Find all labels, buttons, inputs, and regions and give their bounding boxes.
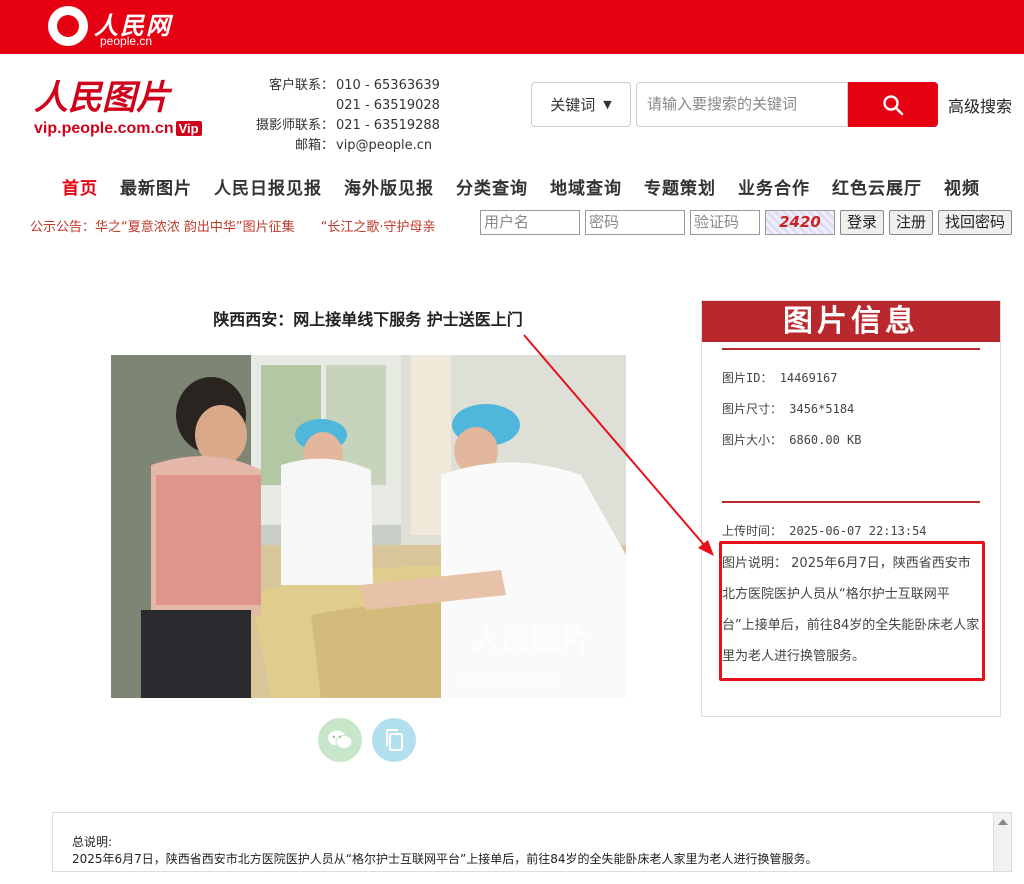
main-nav: 首页 最新图片 人民日报见报 海外版见报 分类查询 地域查询 专题策划 业务合作… [62,174,1002,199]
people-logo-icon[interactable] [48,6,88,46]
password-input[interactable]: 密码 [585,210,685,235]
brand-url: vip.people.com.cn Vip [34,120,202,138]
contact-info: 客户联系： 010 - 65363639 021 - 63519028 摄影师联系… [250,76,440,156]
nav-item-business[interactable]: 业务合作 [738,174,810,199]
username-input[interactable]: 用户名 [480,210,580,235]
contact-label: 邮箱： [294,138,334,153]
image-size: 图片尺寸： 3456*5184 [722,402,855,416]
login-button[interactable]: 登录 [840,210,885,235]
search-button[interactable] [848,82,938,127]
nav-item-overseas[interactable]: 海外版见报 [344,174,434,199]
top-bar: 人民网 people.cn [0,0,1024,54]
chevron-down-icon: ▼ [603,98,612,111]
article-photo[interactable]: 人民图片 vip.people.com.cn [111,355,626,698]
search-input[interactable]: 请输入要搜索的关键词 [636,82,848,127]
upload-time: 上传时间： 2025-06-07 22:13:54 [722,524,927,538]
nav-item-peoples-daily[interactable]: 人民日报见报 [214,174,322,199]
share-wechat-button[interactable] [318,718,362,762]
nav-item-topics[interactable]: 专题策划 [644,174,716,199]
summary-box: 总说明: 2025年6月7日，陕西省西安市北方医院医护人员从“格尔护士互联网平台… [52,812,1012,872]
captcha-image[interactable]: 2420 [765,210,835,235]
contact-email[interactable]: vip@people.cn [334,136,432,156]
image-filesize: 图片大小： 6860.00 KB [722,433,862,447]
nav-item-video[interactable]: 视频 [944,174,980,199]
info-header: 图片信息 [702,301,1000,342]
photo-watermark: 人民图片 [471,623,591,658]
keyword-select[interactable]: 关键词 ▼ [531,82,631,127]
register-button[interactable]: 注册 [889,210,934,235]
nav-item-latest[interactable]: 最新图片 [120,174,192,199]
image-info-panel: 图片信息 图片ID： 14469167 图片尺寸： 3456*5184 图片大小… [701,300,1001,717]
image-description: 图片说明： 2025年6月7日，陕西省西安市北方医院医护人员从“格尔护士互联网平… [722,556,980,664]
search-bar: 关键词 ▼ 请输入要搜索的关键词 高级搜索 [531,82,1012,127]
brand-logo[interactable]: 人民图片 vip.people.com.cn Vip [34,70,214,140]
page-title: 陕西西安：网上接单线下服务 护士送医上门 [213,310,523,329]
announcement: 公示公告：华之“夏意浓浓 韵出中华”图片征集 “长江之歌·守护母亲 [30,216,436,235]
search-icon [883,94,904,115]
captcha-input[interactable]: 验证码 [690,210,760,235]
contact-label: 客户联系： [268,78,334,93]
people-logo-sub[interactable]: people.cn [100,34,152,48]
nav-item-home[interactable]: 首页 [62,174,98,199]
contact-value: 010 - 65363639 [336,78,440,93]
scroll-up-icon[interactable] [998,819,1008,825]
nav-item-category[interactable]: 分类查询 [456,174,528,199]
photo-watermark-url: vip.people.com.cn [456,673,561,688]
contact-value: 021 - 63519028 [336,98,440,113]
vip-badge: Vip [175,121,202,136]
copy-link-button[interactable] [372,718,416,762]
advanced-search-link[interactable]: 高级搜索 [948,93,1012,117]
brand-mark: 人民图片 [34,78,170,118]
nav-item-region[interactable]: 地域查询 [550,174,622,199]
login-form: 用户名 密码 验证码 2420 登录 注册 找回密码 [480,210,1017,235]
summary-label: 总说明: [72,835,113,849]
divider [722,348,980,350]
contact-label [250,96,334,116]
copy-icon [386,729,403,751]
announcement-marquee[interactable]: 华之“夏意浓浓 韵出中华”图片征集 “长江之歌·守护母亲 [95,220,435,235]
summary-text: 2025年6月7日，陕西省西安市北方医院医护人员从“格尔护士互联网平台”上接单后… [72,852,818,866]
nav-item-red-cloud[interactable]: 红色云展厅 [832,174,922,199]
contact-label: 摄影师联系： [255,118,334,133]
recover-password-button[interactable]: 找回密码 [938,210,1013,235]
contact-value: 021 - 63519288 [336,118,440,133]
scrollbar[interactable] [993,813,1011,871]
divider [722,501,980,503]
announcement-label: 公示公告： [30,220,96,235]
image-id: 图片ID： 14469167 [722,371,838,385]
wechat-icon [328,730,353,749]
